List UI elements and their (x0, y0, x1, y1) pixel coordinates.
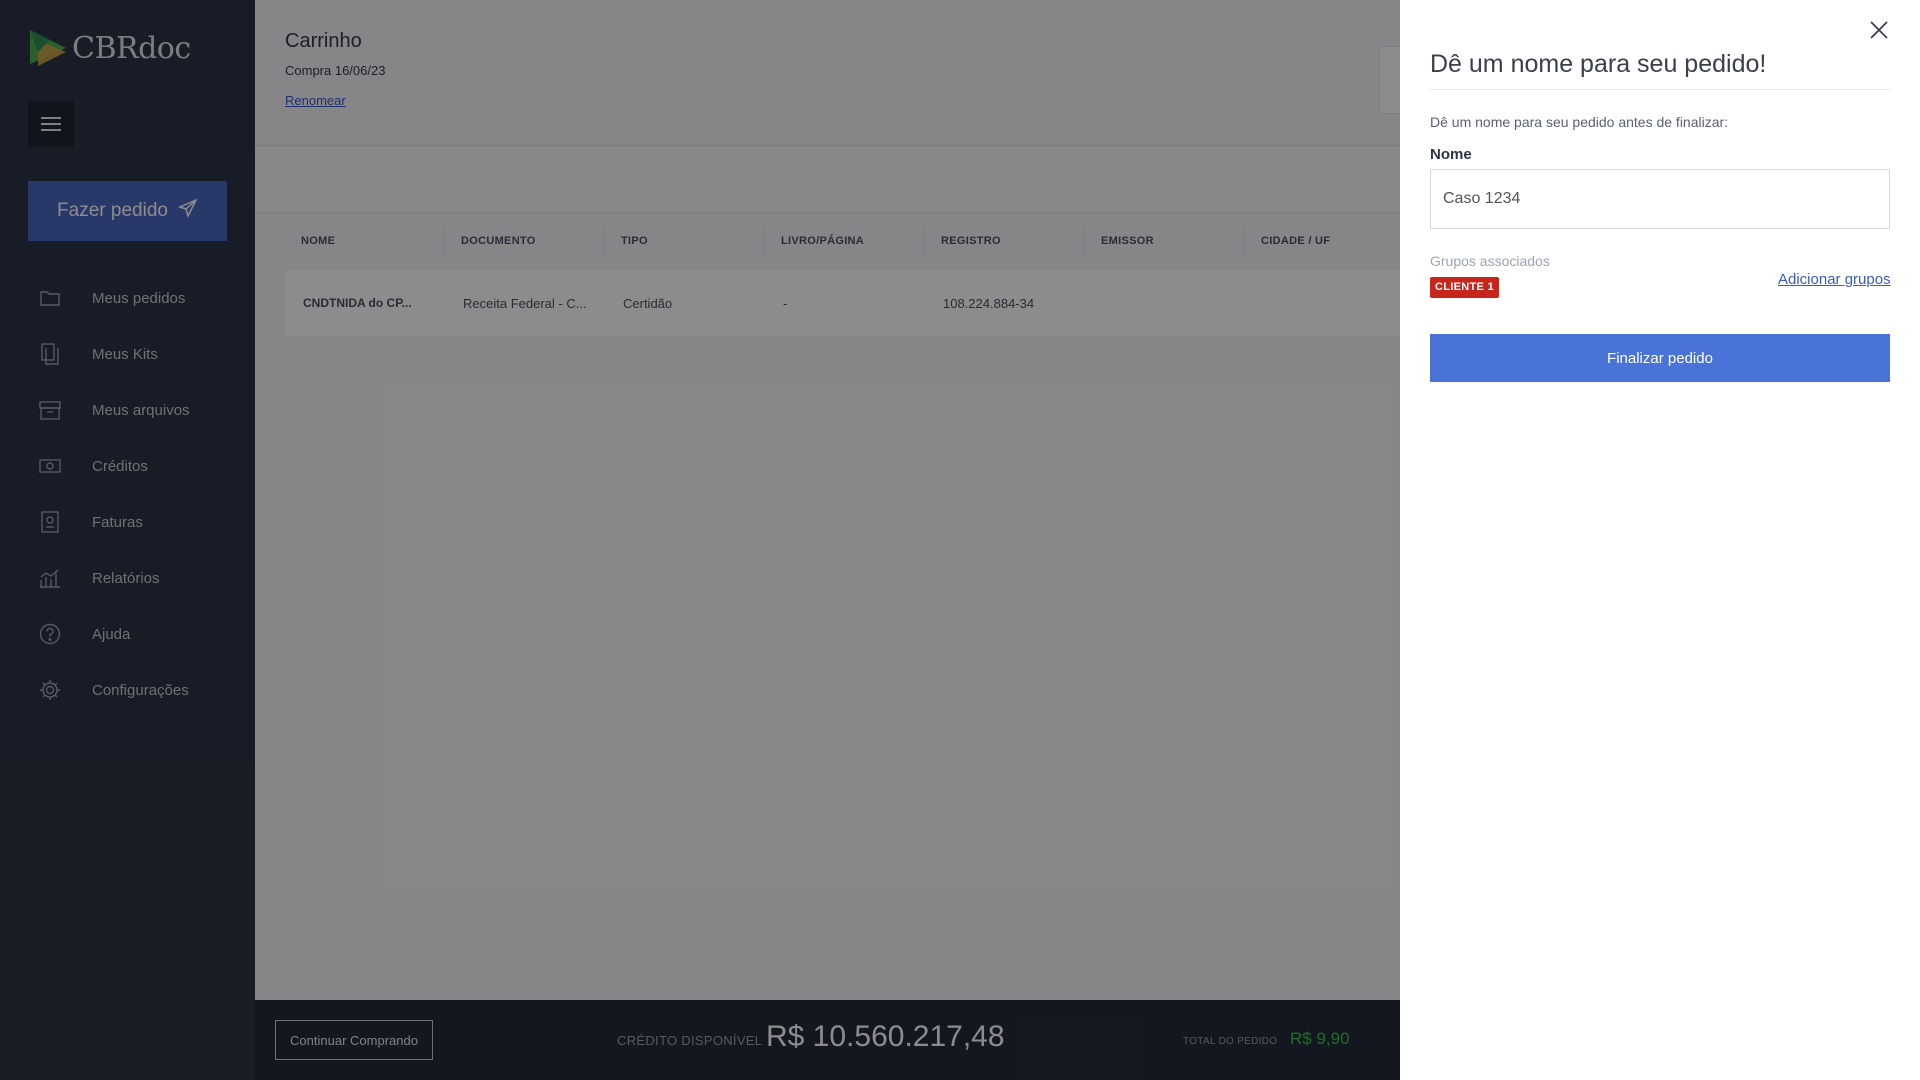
finalize-order-button[interactable]: Finalizar pedido (1430, 334, 1890, 382)
name-label: Nome (1430, 146, 1472, 163)
order-name-drawer: Dê um nome para seu pedido! Dê um nome p… (1400, 0, 1920, 1080)
add-groups-link[interactable]: Adicionar grupos (1778, 271, 1891, 288)
order-name-input[interactable] (1430, 169, 1890, 229)
group-badge: CLIENTE 1 (1430, 277, 1499, 298)
drawer-description: Dê um nome para seu pedido antes de fina… (1430, 114, 1729, 130)
close-icon (1869, 20, 1889, 45)
divider (1430, 89, 1890, 90)
groups-label: Grupos associados (1430, 253, 1550, 269)
close-button[interactable] (1864, 17, 1894, 47)
drawer-title: Dê um nome para seu pedido! (1430, 50, 1767, 78)
